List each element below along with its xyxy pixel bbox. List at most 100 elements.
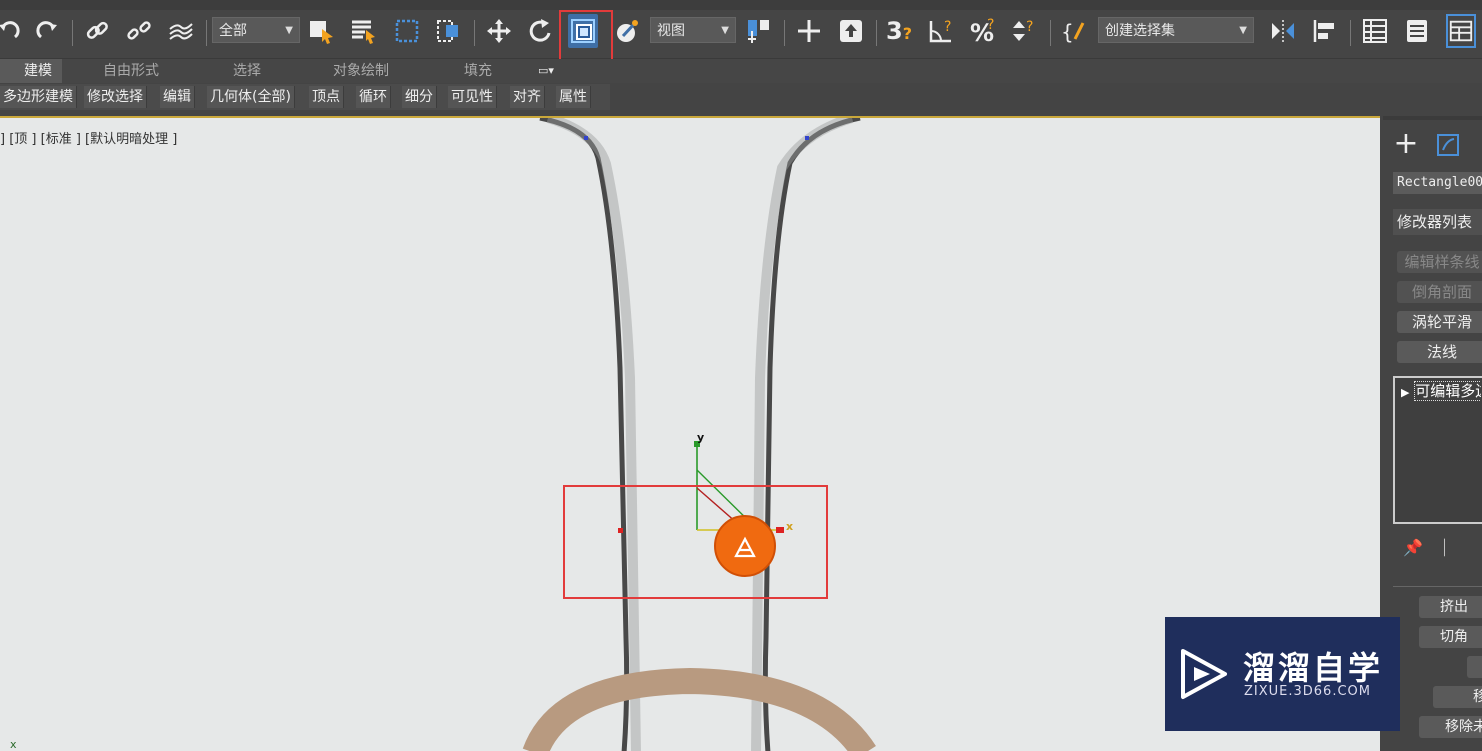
select-and-rotate-button[interactable] <box>526 14 556 48</box>
polygon-modeling-panel-bar: 多边形建模 修改选择 编辑 几何体(全部) 顶点 循环 细分 可见性 对齐 属性 <box>0 84 610 110</box>
snaps-icon: 3? <box>886 17 912 45</box>
viewport-label-prefix: ] <box>0 132 6 147</box>
tab-freeform[interactable]: 自由形式 <box>103 59 159 83</box>
panel-loops[interactable]: 循环 <box>356 86 391 108</box>
pin-stack-icon[interactable]: 📌 <box>1403 538 1423 557</box>
select-and-place-button[interactable] <box>612 14 642 48</box>
normal-button[interactable]: 法线 <box>1397 341 1482 363</box>
gizmo-y-axis-label: y <box>697 431 705 444</box>
link-button[interactable] <box>82 14 112 48</box>
panel-subdivision[interactable]: 细分 <box>402 86 437 108</box>
named-selection-icon: { <box>1061 20 1085 44</box>
percent-snap-icon: %? <box>970 17 994 45</box>
pivot-center-icon <box>748 20 769 43</box>
create-tab-plus-icon[interactable]: + <box>1391 129 1421 160</box>
show-end-result-icon[interactable]: ⏐ <box>1440 538 1449 557</box>
modify-tab[interactable] <box>1435 132 1461 158</box>
layer-explorer-button[interactable] <box>1402 14 1432 48</box>
watermark-brand: 溜溜自学 <box>1243 649 1384 687</box>
tab-selection[interactable]: 选择 <box>233 59 261 83</box>
named-selection-set-value: 创建选择集 <box>1105 23 1175 39</box>
chevron-down-icon: ▼ <box>721 25 729 36</box>
panel-align[interactable]: 对齐 <box>510 86 545 108</box>
stack-item-label: 可编辑多边形 <box>1414 381 1481 401</box>
selection-filter-value: 全部 <box>219 23 247 39</box>
unlink-icon <box>127 21 151 40</box>
bind-space-warp-button[interactable] <box>166 14 196 48</box>
tab-modeling[interactable]: 建模 <box>0 59 62 83</box>
watermark-domain: ZIXUE.3D66.COM <box>1244 684 1371 699</box>
turbosmooth-button[interactable]: 涡轮平滑 <box>1397 311 1482 333</box>
pivot-center-button[interactable] <box>744 14 774 48</box>
redo-button[interactable] <box>32 14 62 48</box>
snaps-toggle-button[interactable]: 3? <box>884 14 914 48</box>
modifier-list-dropdown[interactable]: 修改器列表 <box>1393 209 1482 235</box>
chevron-down-icon: ▼ <box>285 25 293 36</box>
rectangular-selection-button[interactable] <box>392 14 422 48</box>
align-button[interactable] <box>1310 14 1340 48</box>
chevron-down-icon: ▼ <box>1239 25 1247 36</box>
percent-snap-button[interactable]: %? <box>968 14 998 48</box>
panel-properties[interactable]: 属性 <box>556 86 591 108</box>
ribbon-tab-bar: 建模 自由形式 选择 对象绘制 填充 ▭▾ <box>0 59 1482 83</box>
partial-button[interactable] <box>1467 656 1482 678</box>
ribbon-icon <box>1449 20 1473 42</box>
reference-coordinate-dropdown[interactable]: 视图 ▼ <box>650 17 736 43</box>
ribbon-options-button[interactable]: ▭▾ <box>538 59 554 83</box>
edit-named-selection-button[interactable]: { <box>1060 14 1090 48</box>
selection-filter-dropdown[interactable]: 全部 ▼ <box>212 17 300 43</box>
panel-vertices[interactable]: 顶点 <box>309 86 344 108</box>
toolbar-top-strip <box>0 0 1482 10</box>
remove-unused-button[interactable]: 移除未 <box>1419 716 1482 738</box>
tab-populate[interactable]: 填充 <box>464 59 492 83</box>
ribbon-empty-area <box>610 84 1482 110</box>
mirror-icon <box>1272 20 1294 42</box>
remove-button[interactable]: 移 <box>1433 686 1482 708</box>
angle-snap-icon: ? <box>929 19 951 43</box>
scene-explorer-button[interactable] <box>1360 14 1390 48</box>
extrude-button[interactable]: 挤出 <box>1419 596 1482 618</box>
mirror-button[interactable] <box>1268 14 1298 48</box>
svg-text:?: ? <box>1026 19 1033 35</box>
scene-explorer-icon <box>1363 19 1387 43</box>
bevel-profile-button[interactable]: 倒角剖面 <box>1397 281 1482 303</box>
toolbar-separator <box>474 20 475 46</box>
chamfer-button[interactable]: 切角 <box>1419 626 1482 648</box>
ribbon-options-icon: ▭▾ <box>538 64 554 77</box>
toolbar-separator <box>784 20 785 46</box>
edit-spline-button[interactable]: 编辑样条线 <box>1397 251 1482 273</box>
scale-gizmo-handle[interactable] <box>713 514 777 578</box>
space-warp-icon <box>169 23 193 40</box>
stack-tools-bar: 📌 ⏐ <box>1403 538 1482 558</box>
angle-snap-button[interactable]: ? <box>926 14 956 48</box>
spinner-snap-icon: ? <box>1013 19 1033 41</box>
select-object-button[interactable] <box>306 14 336 48</box>
panel-modify-selection[interactable]: 修改选择 <box>84 86 147 108</box>
svg-text:{: { <box>1061 20 1074 44</box>
spinner-snap-button[interactable]: ? <box>1010 14 1040 48</box>
panel-geometry-all[interactable]: 几何体(全部) <box>207 86 295 108</box>
modify-tab-icon <box>1437 134 1459 156</box>
window-crossing-icon <box>437 20 458 42</box>
select-by-name-button[interactable] <box>348 14 378 48</box>
named-selection-set-dropdown[interactable]: 创建选择集 ▼ <box>1098 17 1254 43</box>
object-name-field[interactable]: Rectangle00 <box>1393 172 1482 194</box>
link-icon <box>86 21 108 39</box>
panel-edit[interactable]: 编辑 <box>160 86 195 108</box>
panel-polygon-modeling[interactable]: 多边形建模 <box>0 86 77 108</box>
unlink-button[interactable] <box>124 14 154 48</box>
keyboard-shortcut-toggle-button[interactable] <box>836 14 866 48</box>
undo-button[interactable] <box>0 14 24 48</box>
viewport-label[interactable]: ] [顶 ] [标准 ] [默认明暗处理 ] <box>0 128 177 147</box>
select-and-move-button[interactable] <box>484 14 514 48</box>
panel-divider <box>1393 586 1482 587</box>
main-toolbar: 全部 ▼ 视图 ▼ 3? ? %? ? {创建选择集 ▼ <box>0 0 1482 59</box>
tab-object-paint[interactable]: 对象绘制 <box>333 59 389 83</box>
stack-item-editable-poly[interactable]: ▶ 可编辑多边形 <box>1401 381 1481 401</box>
rectangular-selection-icon <box>395 19 419 43</box>
undo-icon <box>0 21 20 39</box>
panel-visibility[interactable]: 可见性 <box>448 86 497 108</box>
window-crossing-button[interactable] <box>434 14 464 48</box>
select-manipulate-button[interactable] <box>794 14 824 48</box>
toggle-ribbon-button[interactable] <box>1446 14 1476 48</box>
